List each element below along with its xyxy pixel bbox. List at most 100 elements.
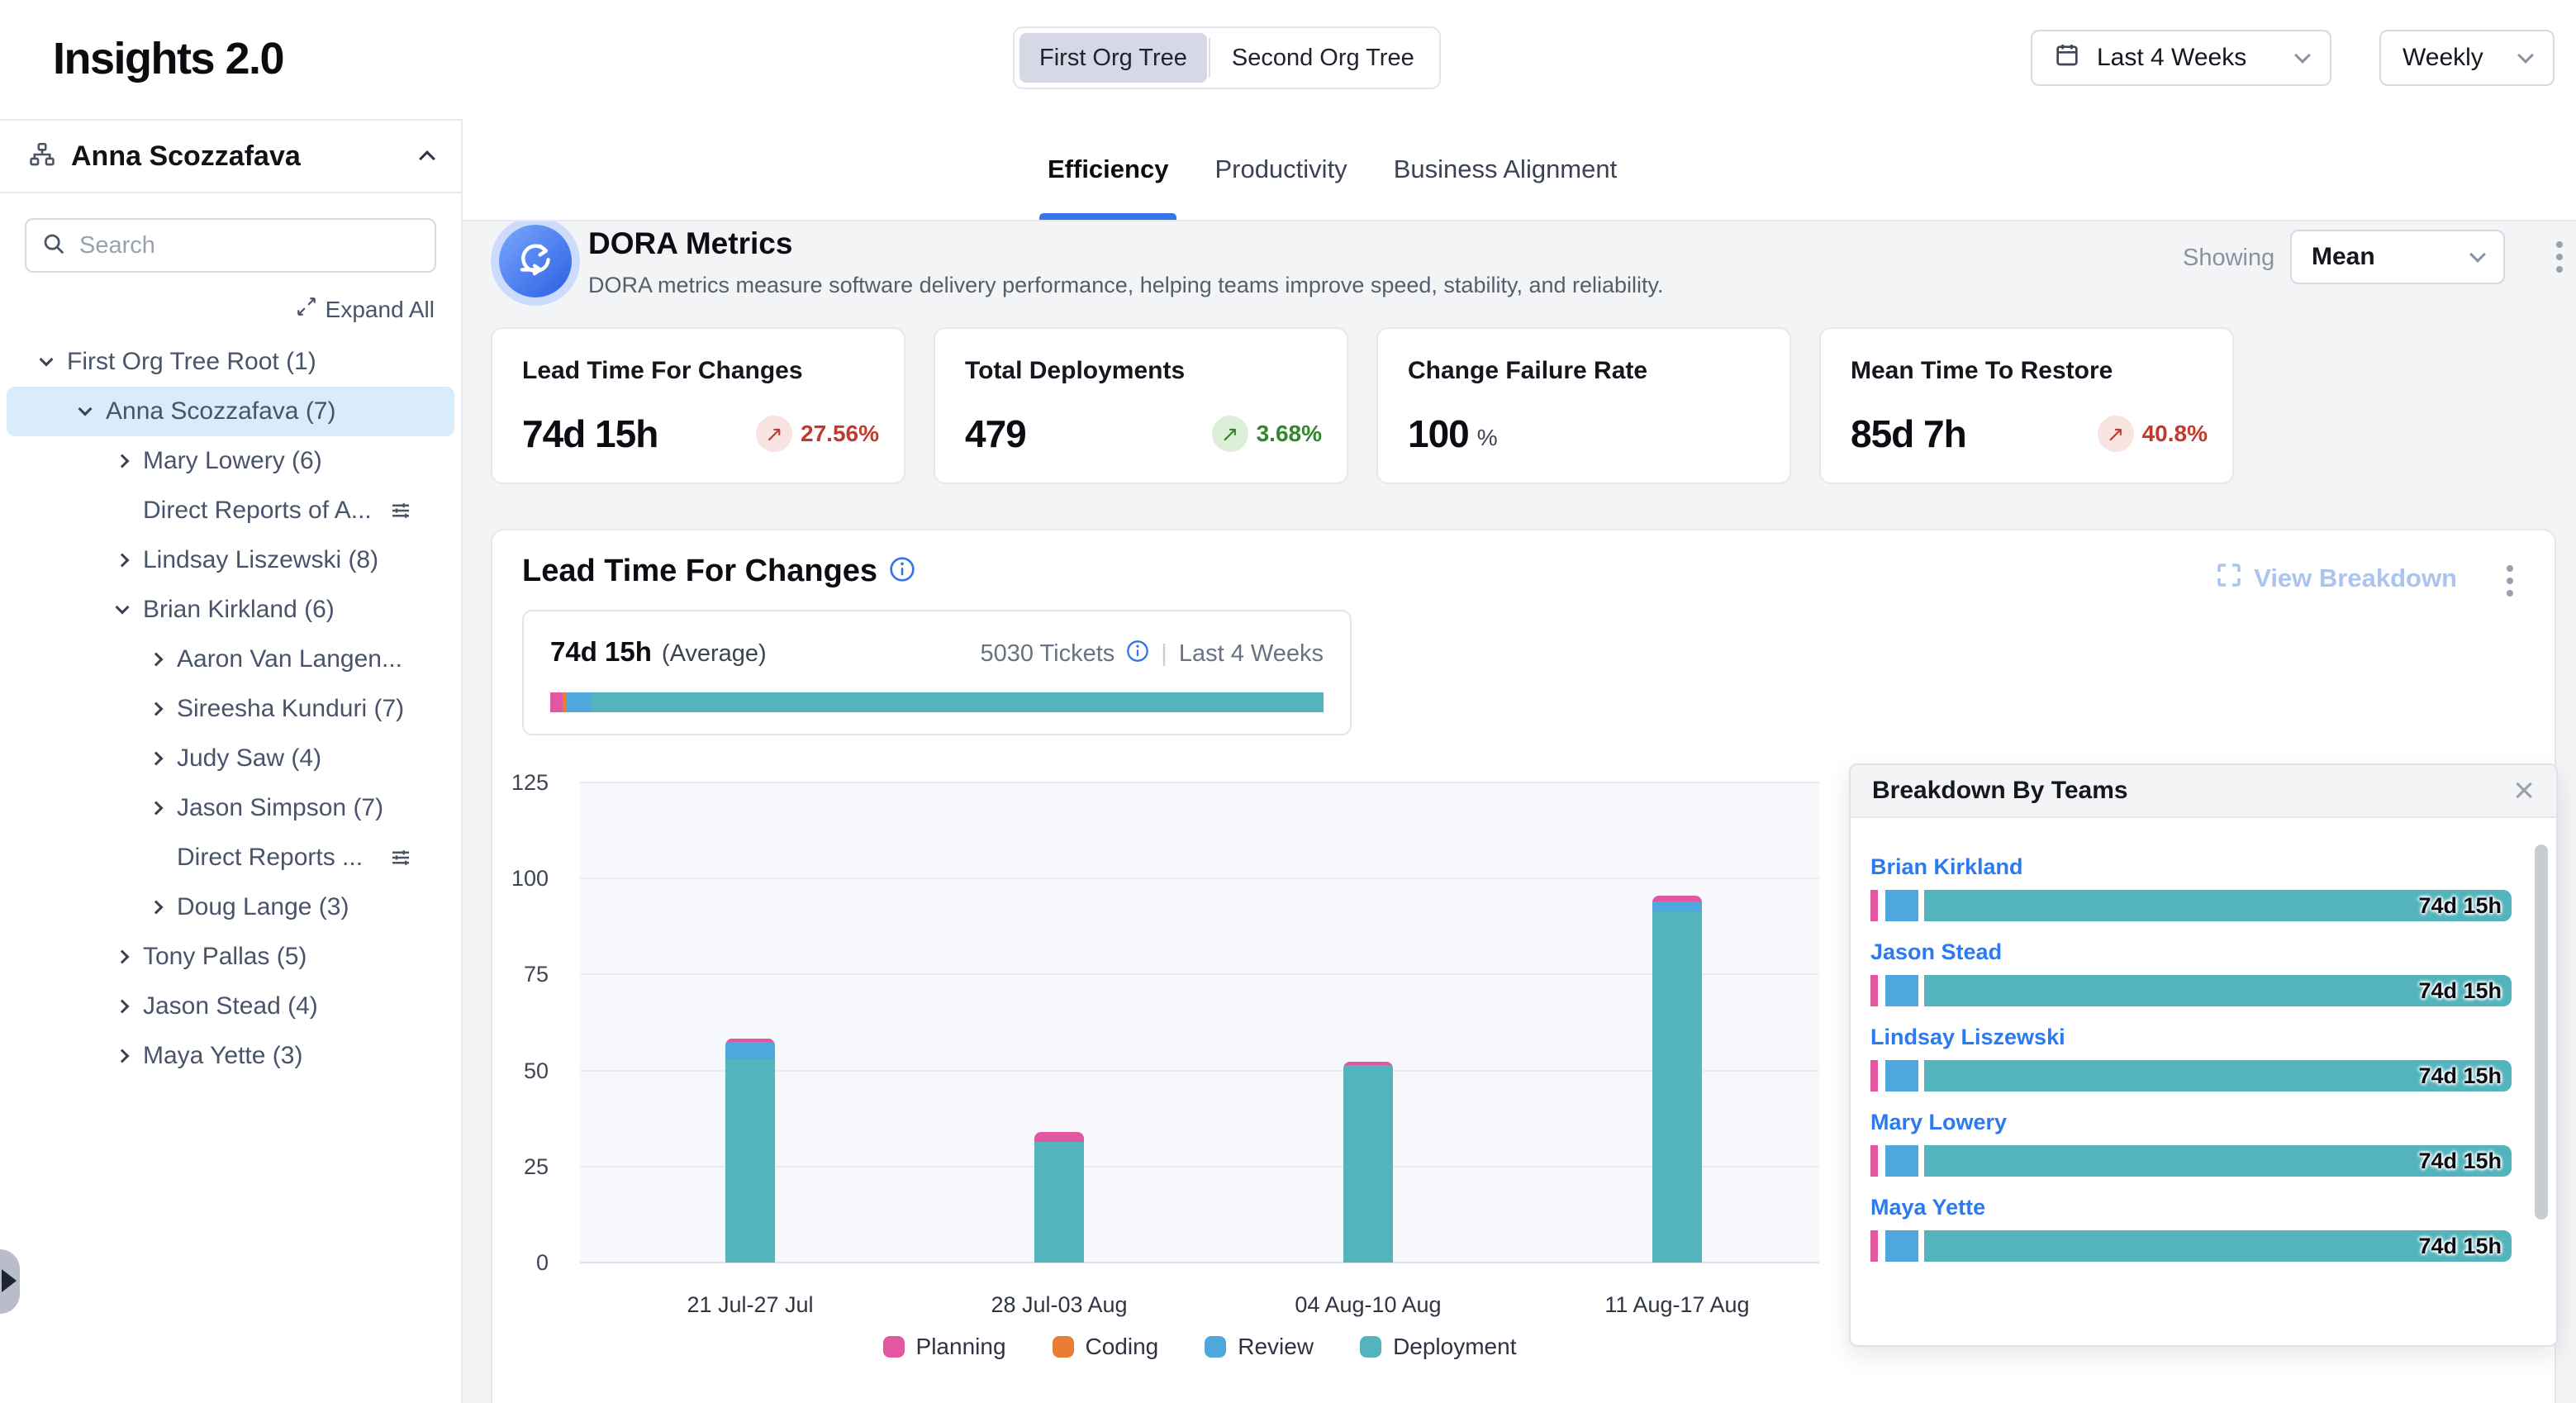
caret-right-icon[interactable] <box>117 555 143 565</box>
metric-trend-badge: ↗40.8% <box>2098 416 2208 452</box>
tree-item-lindsay-liszewski-8[interactable]: Lindsay Liszewski (8) <box>0 535 461 585</box>
caret-right-icon[interactable] <box>151 803 177 813</box>
bar-04-aug-10-aug[interactable] <box>1343 1062 1393 1263</box>
legend-item-deployment[interactable]: Deployment <box>1360 1334 1516 1360</box>
tree-item-label: Brian Kirkland (6) <box>143 596 335 624</box>
tree-item-label: Aaron Van Langen... <box>177 645 402 673</box>
date-range-select[interactable]: Last 4 Weeks <box>2031 30 2331 86</box>
tree-item-jason-simpson-7[interactable]: Jason Simpson (7) <box>0 783 461 833</box>
metric-value: 85d 7h <box>1851 411 1966 456</box>
team-value-label: 74d 15h <box>2418 1149 2502 1174</box>
showing-value: Mean <box>2312 243 2375 271</box>
trend-up-icon: ↗ <box>756 416 792 452</box>
bar-segment-review <box>1652 901 1702 911</box>
panel-scrollbar-thumb[interactable] <box>2535 844 2548 1220</box>
tickets-count: 5030 Tickets <box>980 640 1115 668</box>
metric-trend-badge: ↗3.68% <box>1212 416 1322 452</box>
caret-right-icon[interactable] <box>151 704 177 714</box>
tree-item-brian-kirkland-6[interactable]: Brian Kirkland (6) <box>0 585 461 635</box>
bar-segment-planning <box>1870 890 1878 921</box>
caret-down-icon[interactable] <box>41 359 67 364</box>
expand-all-icon <box>296 296 317 323</box>
toggle-first-org-tree[interactable]: First Org Tree <box>1019 33 1207 83</box>
tree-item-first-org-tree-root-1[interactable]: First Org Tree Root (1) <box>0 337 461 387</box>
tree-item-tony-pallas-5[interactable]: Tony Pallas (5) <box>0 932 461 982</box>
tree-item-maya-yette-3[interactable]: Maya Yette (3) <box>0 1031 461 1081</box>
caret-right-icon[interactable] <box>151 902 177 912</box>
bar-segment-deployment: 74d 15h <box>1924 890 2512 921</box>
filter-icon[interactable] <box>388 498 413 530</box>
breakdown-by-teams-panel: Breakdown By Teams × Brian Kirkland74d 1… <box>1849 763 2558 1347</box>
team-name-link[interactable]: Jason Stead <box>1870 939 2002 965</box>
metric-delta: 3.68% <box>1257 421 1322 447</box>
tree-item-label: Tony Pallas (5) <box>143 943 307 971</box>
legend-item-coding[interactable]: Coding <box>1053 1334 1159 1360</box>
tree-item-direct-reports[interactable]: Direct Reports ... <box>0 833 461 882</box>
tree-item-doug-lange-3[interactable]: Doug Lange (3) <box>0 882 461 932</box>
toggle-second-org-tree[interactable]: Second Org Tree <box>1212 33 1434 83</box>
bar-segment-deployment <box>1343 1065 1393 1263</box>
caret-right-icon[interactable] <box>151 754 177 763</box>
tree-item-mary-lowery-6[interactable]: Mary Lowery (6) <box>0 436 461 486</box>
lead-time-menu-button[interactable] <box>2502 560 2518 602</box>
tab-business-alignment[interactable]: Business Alignment <box>1394 119 1618 220</box>
bar-21-jul-27-jul[interactable] <box>725 1039 775 1263</box>
filter-icon[interactable] <box>388 845 413 877</box>
tree-item-sireesha-kunduri-7[interactable]: Sireesha Kunduri (7) <box>0 684 461 734</box>
caret-right-icon[interactable] <box>151 654 177 664</box>
dora-menu-button[interactable] <box>2551 236 2568 278</box>
x-tick-label: 28 Jul-03 Aug <box>935 1292 1183 1318</box>
legend-swatch <box>883 1336 905 1358</box>
bar-segment-deployment: 74d 15h <box>1924 1230 2512 1262</box>
tree-item-label: First Org Tree Root (1) <box>67 348 316 376</box>
tree-item-anna-scozzafava-7[interactable]: Anna Scozzafava (7) <box>7 387 454 436</box>
caret-right-icon[interactable] <box>117 1051 143 1061</box>
main-tabs: Efficiency Productivity Business Alignment <box>463 119 2576 221</box>
caret-down-icon[interactable] <box>117 607 143 612</box>
bar-segment-review <box>1885 890 1918 921</box>
close-icon[interactable]: × <box>2513 773 2535 809</box>
legend-item-review[interactable]: Review <box>1205 1334 1314 1360</box>
search-input[interactable] <box>79 232 420 259</box>
app-header: Insights 2.0 First Org Tree Second Org T… <box>0 0 2576 119</box>
chart-y-axis: 0255075100125 <box>492 782 563 1263</box>
caret-down-icon[interactable] <box>80 409 106 414</box>
team-name-link[interactable]: Mary Lowery <box>1870 1110 2007 1135</box>
legend-item-planning[interactable]: Planning <box>883 1334 1006 1360</box>
caret-right-icon[interactable] <box>117 456 143 466</box>
metric-title: Mean Time To Restore <box>1851 357 2203 385</box>
granularity-select[interactable]: Weekly <box>2379 30 2555 86</box>
bar-28-jul-03-aug[interactable] <box>1034 1132 1084 1263</box>
tab-productivity[interactable]: Productivity <box>1214 119 1347 220</box>
bar-11-aug-17-aug[interactable] <box>1652 896 1702 1263</box>
team-name-link[interactable]: Maya Yette <box>1870 1195 1985 1220</box>
tree-item-aaron-van-langen[interactable]: Aaron Van Langen... <box>0 635 461 684</box>
tree-item-label: Jason Simpson (7) <box>177 794 383 822</box>
sidebar-header[interactable]: Anna Scozzafava <box>0 121 461 193</box>
average-suffix: (Average) <box>662 640 767 668</box>
sidebar-owner-name: Anna Scozzafava <box>71 140 406 173</box>
chart-legend: Planning Coding Review Deployment <box>580 1334 1819 1360</box>
tab-efficiency[interactable]: Efficiency <box>1048 119 1168 220</box>
bar-segment-review <box>1885 1145 1918 1177</box>
info-icon[interactable] <box>1126 640 1149 669</box>
collapse-chevron-icon[interactable] <box>419 150 435 167</box>
granularity-value: Weekly <box>2403 44 2483 72</box>
showing-select[interactable]: Mean <box>2290 230 2505 284</box>
separator: | <box>1161 640 1167 668</box>
caret-right-icon[interactable] <box>117 1001 143 1011</box>
info-icon[interactable] <box>889 556 915 587</box>
sidebar-expand-handle[interactable] <box>0 1249 20 1314</box>
tree-item-judy-saw-4[interactable]: Judy Saw (4) <box>0 734 461 783</box>
expand-all-button[interactable]: Expand All <box>296 296 435 323</box>
legend-swatch <box>1053 1336 1074 1358</box>
tree-item-jason-stead-4[interactable]: Jason Stead (4) <box>0 982 461 1031</box>
team-name-link[interactable]: Brian Kirkland <box>1870 854 2023 880</box>
team-row-maya-yette: Maya Yette 74d 15h <box>1870 1195 2512 1262</box>
view-breakdown-button[interactable]: View Breakdown <box>2216 562 2457 595</box>
team-name-link[interactable]: Lindsay Liszewski <box>1870 1025 2065 1050</box>
tree-item-direct-reports-of-a[interactable]: Direct Reports of A... <box>0 486 461 535</box>
caret-right-icon[interactable] <box>117 952 143 962</box>
legend-label: Deployment <box>1393 1334 1516 1360</box>
org-tree-sidebar: Anna Scozzafava Expand All First Org Tre… <box>0 119 463 1403</box>
